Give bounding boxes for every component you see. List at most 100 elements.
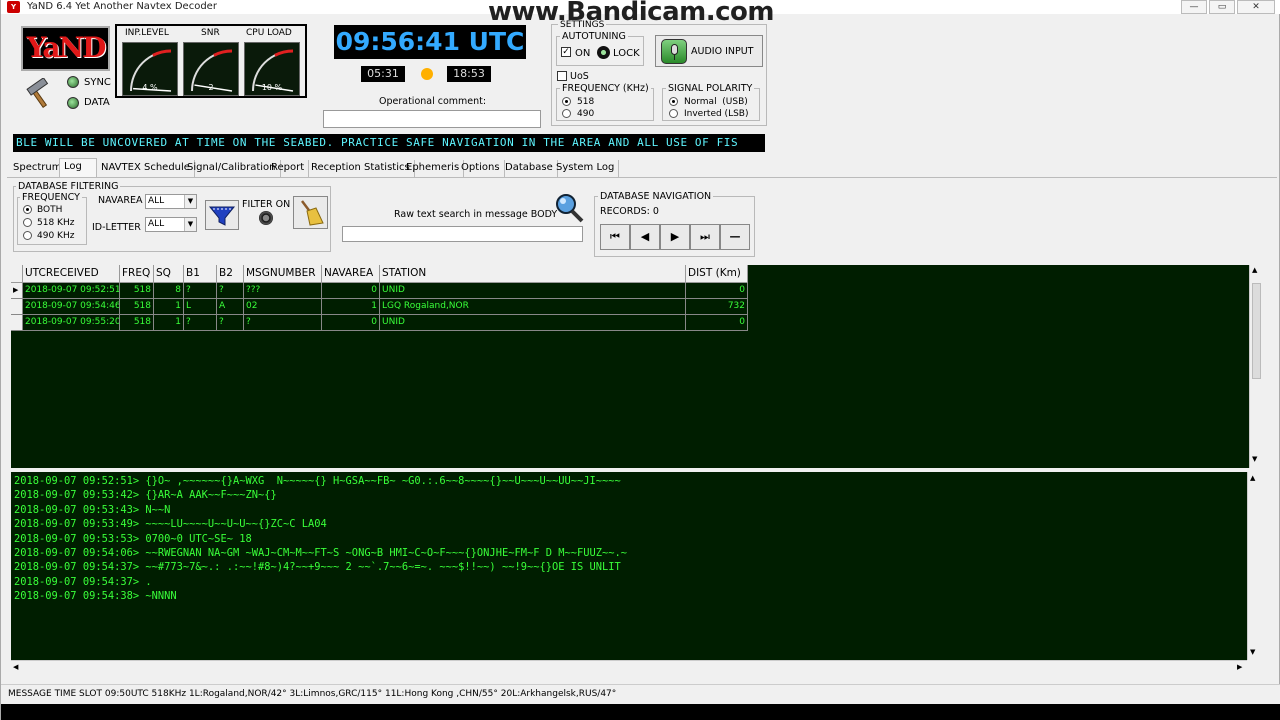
log-line: 2018-09-07 09:53:42> {}AR~A AAK~~F~~~ZN~…	[14, 489, 277, 502]
column-header[interactable]: FREQ	[120, 265, 154, 283]
cpu-load-gauge: 10 %	[244, 42, 300, 96]
table-header: UTCRECEIVED FREQ SQ B1 B2 MSGNUMBER NAVA…	[11, 265, 748, 283]
filter-518-radio[interactable]	[23, 218, 32, 227]
hammer-icon[interactable]	[23, 77, 55, 110]
scroll-up-icon[interactable]: ▲	[1252, 266, 1257, 274]
column-header[interactable]: DIST (Km)	[686, 265, 748, 283]
autotuning-on-checkbox[interactable]: ✓	[561, 47, 571, 57]
table-scrollbar[interactable]: ▲ ▼	[1249, 265, 1262, 468]
search-button[interactable]	[553, 192, 585, 224]
log-line: 2018-09-07 09:52:51> {}O~ ,~~~~~~{}A~WXG…	[14, 475, 621, 487]
id-letter-label: ID-LETTER	[92, 222, 141, 233]
polarity-inverted-radio[interactable]	[669, 109, 678, 118]
raw-text-search-input[interactable]	[342, 226, 583, 242]
table-cell: 2018-09-07 09:52:51	[23, 283, 120, 299]
magnifier-icon	[556, 194, 584, 223]
navarea-select[interactable]: ALL ▼	[145, 194, 197, 209]
filter-518-label: 518 KHz	[37, 218, 75, 228]
snr-gauge: 2	[183, 42, 239, 96]
row-selector-header	[11, 265, 23, 283]
row-selector[interactable]	[11, 315, 23, 331]
tab-spectrum[interactable]: Spectrum	[9, 160, 67, 177]
first-record-button[interactable]: ⏮	[600, 224, 630, 250]
yand-window: Y YaND 6.4 Yet Another Navtex Decoder — …	[0, 0, 1280, 720]
polarity-normal-radio[interactable]	[669, 97, 678, 106]
tab-database[interactable]: Database	[501, 160, 558, 177]
scroll-down-icon[interactable]: ▼	[1250, 648, 1255, 656]
column-header[interactable]: NAVAREA	[322, 265, 380, 283]
table-scrollbar-thumb[interactable]	[1252, 283, 1261, 379]
table-row[interactable]: 2018-09-07 09:55:20 518 1??? 0 UNID 0	[11, 315, 748, 331]
tab-navtex-schedule[interactable]: NAVTEX Schedule	[97, 160, 195, 177]
next-record-button[interactable]: ▶	[660, 224, 690, 250]
table-cell: 0	[322, 315, 380, 331]
minimize-button[interactable]: —	[1181, 0, 1207, 14]
tab-ephemeris[interactable]: Ephemeris	[402, 160, 465, 177]
tab-report[interactable]: Report	[267, 160, 310, 177]
operational-comment-input[interactable]	[323, 110, 541, 128]
cpu-load-value: 10 %	[261, 83, 283, 92]
operational-comment-label: Operational comment:	[379, 96, 487, 107]
scroll-right-icon[interactable]: ▶	[1237, 663, 1242, 671]
scroll-up-icon[interactable]: ▲	[1250, 474, 1255, 482]
table-cell: 1	[154, 299, 184, 315]
tab-options[interactable]: Options	[457, 160, 505, 177]
table-cell: 8	[154, 283, 184, 299]
log-line: 2018-09-07 09:54:38> ~NNNN	[14, 590, 177, 603]
column-header[interactable]: B1	[184, 265, 217, 283]
audio-input-label: AUDIO INPUT	[691, 46, 754, 57]
table-row[interactable]: 2018-09-07 09:54:46 518 1 L A 02 1 LGQ Rogaland…	[11, 299, 748, 315]
gauge-redzone	[152, 49, 172, 57]
tab-log[interactable]: Log	[59, 158, 97, 177]
table-cell: UNID	[380, 315, 686, 331]
log-hscrollbar[interactable]: ◀ ▶	[11, 660, 1247, 674]
id-letter-select[interactable]: ALL ▼	[145, 217, 197, 232]
raw-text-search-label: Raw text search in message BODY	[394, 209, 558, 220]
signal-polarity-title: SIGNAL POLARITY	[666, 83, 755, 94]
message-ticker: BLE WILL BE UNCOVERED AT TIME ON THE SEA…	[13, 134, 765, 152]
close-button[interactable]: ✕	[1237, 0, 1275, 14]
inp-level-label: INP.LEVEL	[125, 28, 169, 38]
records-count: RECORDS: 0	[600, 206, 659, 217]
navarea-label: NAVAREA	[98, 195, 143, 206]
filter-both-radio[interactable]	[23, 205, 32, 214]
previous-record-button[interactable]: ◀	[630, 224, 660, 250]
clear-filter-button[interactable]	[293, 196, 328, 229]
chevron-down-icon: ▼	[184, 195, 196, 208]
table-cell: ?	[184, 315, 217, 331]
freq-490-radio[interactable]	[562, 109, 571, 118]
last-record-button[interactable]: ⏭	[690, 224, 720, 250]
filter-490-radio[interactable]	[23, 231, 32, 240]
scroll-left-icon[interactable]: ◀	[13, 663, 18, 671]
tab-system-log[interactable]: System Log	[552, 160, 620, 177]
table-cell: 1	[154, 315, 184, 331]
microphone-icon	[661, 39, 687, 64]
uos-checkbox[interactable]	[557, 71, 567, 81]
column-header[interactable]: B2	[217, 265, 244, 283]
column-header[interactable]: MSGNUMBER	[244, 265, 322, 283]
log-vscrollbar[interactable]: ▲ ▼	[1247, 472, 1260, 660]
filter-button[interactable]	[205, 200, 239, 230]
gauge-redzone	[213, 49, 233, 57]
maximize-button[interactable]: ▭	[1209, 0, 1235, 14]
table-cell: 518	[120, 299, 154, 315]
tab-reception-statistics[interactable]: Reception Statistics	[307, 160, 415, 177]
delete-record-button[interactable]: —	[720, 224, 750, 250]
freq-518-radio[interactable]	[562, 97, 571, 106]
polarity-normal-label: Normal (USB)	[684, 97, 748, 107]
table-row[interactable]: ▶ 2018-09-07 09:52:51 518 8????? 0 UNID 0	[11, 283, 748, 299]
frequency-title: FREQUENCY (KHz)	[560, 83, 651, 94]
bandicam-watermark: www.Bandicam.com	[488, 0, 774, 27]
audio-input-button[interactable]: AUDIO INPUT	[655, 35, 763, 67]
column-header[interactable]: SQ	[154, 265, 184, 283]
column-header[interactable]: STATION	[380, 265, 686, 283]
column-header[interactable]: UTCRECEIVED	[23, 265, 120, 283]
row-selector[interactable]	[11, 299, 23, 315]
table-cell: L	[184, 299, 217, 315]
current-row-arrow-icon[interactable]: ▶	[11, 283, 23, 299]
scroll-down-icon[interactable]: ▼	[1252, 455, 1257, 463]
table-cell: ???	[244, 283, 322, 299]
tab-bar: Spectrum Log NAVTEX Schedule Signal/Cali…	[7, 158, 1277, 178]
tab-signal-calibration[interactable]: Signal/Calibration	[183, 160, 281, 177]
filter-both-label: BOTH	[37, 205, 63, 215]
